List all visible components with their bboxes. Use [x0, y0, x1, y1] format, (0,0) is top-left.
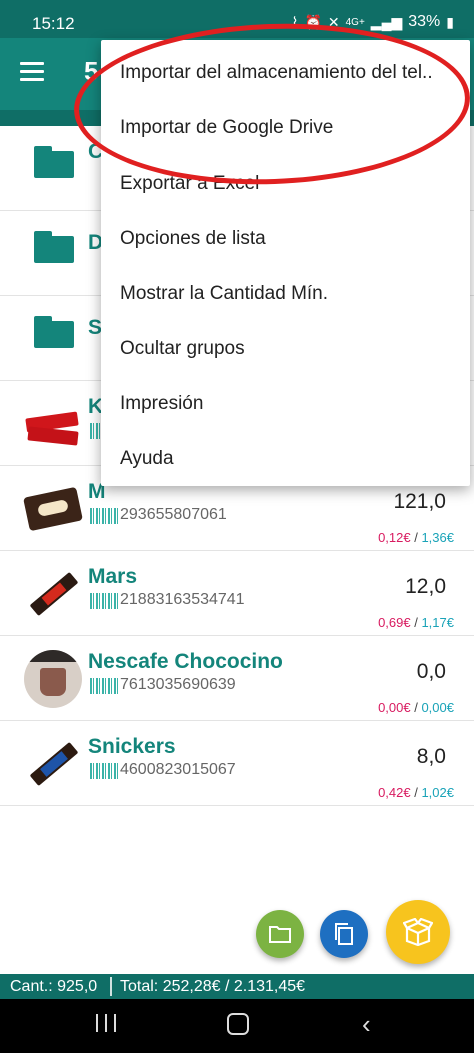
menu-item-list-options[interactable]: Opciones de lista	[101, 211, 470, 266]
product-code: 7613035690639	[120, 676, 236, 693]
product-quantity: 12,0	[405, 575, 446, 598]
alarm-icon: ⏰	[304, 13, 322, 30]
product-quantity: 121,0	[393, 490, 446, 513]
product-name: Nescafe Chococino	[88, 650, 283, 673]
mute-icon: ✕	[327, 13, 340, 30]
menu-item-print[interactable]: Impresión	[101, 376, 470, 431]
folder-icon	[34, 316, 74, 348]
product-quantity: 0,0	[416, 660, 446, 683]
price-cost: 0,00€	[378, 700, 411, 715]
price-sale: 1,17€	[421, 615, 454, 630]
app-title: 5	[84, 56, 99, 86]
add-product-button[interactable]	[386, 900, 450, 964]
product-prices: 0,12€ / 1,36€	[378, 530, 454, 545]
price-sale: 0,00€	[421, 700, 454, 715]
back-icon[interactable]: ‹	[362, 1011, 371, 1037]
menu-item-import-google-drive[interactable]: Importar de Google Drive	[101, 100, 470, 155]
barcode-icon	[90, 593, 118, 609]
status-time: 15:12	[32, 14, 75, 33]
add-group-button[interactable]	[256, 910, 304, 958]
product-code: 4600823015067	[120, 761, 236, 778]
status-icons: ⌇ ⏰ ✕ 4G+ ▂▄▆ 33% ▮	[292, 13, 454, 31]
summary-total: Total: 252,28€ / 2.131,45€	[120, 978, 306, 995]
folder-icon	[269, 926, 291, 943]
price-separator: /	[410, 530, 422, 545]
snickers-thumbnail	[24, 735, 82, 793]
battery-level: 33%	[408, 13, 441, 30]
price-sale: 1,36€	[421, 530, 454, 545]
barcode-icon	[90, 508, 118, 524]
product-prices: 0,00€ / 0,00€	[378, 700, 454, 715]
folder-icon	[34, 231, 74, 263]
menu-item-import-storage[interactable]: Importar del almacenamiento del tel..	[101, 45, 470, 100]
hamburger-menu-icon[interactable]	[20, 62, 44, 82]
product-quantity: 8,0	[416, 745, 446, 768]
status-bar: 15:12 ⌇ ⏰ ✕ 4G+ ▂▄▆ 33% ▮	[0, 0, 474, 38]
barcode-icon	[90, 763, 118, 779]
nescafe-thumbnail	[24, 650, 82, 708]
product-prices: 0,69€ / 1,17€	[378, 615, 454, 630]
nfc-icon: ⌇	[291, 13, 299, 30]
product-code: 21883163534741	[120, 591, 245, 608]
mars-thumbnail	[24, 565, 82, 623]
barcode-icon	[90, 678, 118, 694]
overflow-menu: Importar del almacenamiento del tel.. Im…	[101, 40, 470, 486]
recent-apps-icon[interactable]	[96, 1014, 116, 1032]
copy-icon	[335, 923, 353, 945]
summary-divider	[110, 977, 112, 996]
home-icon[interactable]	[227, 1013, 249, 1035]
menu-item-export-excel[interactable]: Exportar a Excel	[101, 156, 470, 211]
battery-icon: ▮	[446, 13, 454, 30]
price-sale: 1,02€	[421, 785, 454, 800]
group-title: S	[88, 316, 103, 339]
product-name: Snickers	[88, 735, 176, 758]
system-nav-bar: ‹	[0, 999, 474, 1053]
price-separator: /	[410, 700, 422, 715]
product-name: Mars	[88, 565, 138, 588]
copy-button[interactable]	[320, 910, 368, 958]
price-separator: /	[410, 785, 422, 800]
folder-icon	[34, 146, 74, 178]
signal-icon: ▂▄▆	[370, 13, 403, 30]
product-row[interactable]: Mars 21883163534741 12,0 0,69€ / 1,17€	[0, 551, 474, 636]
product-prices: 0,42€ / 1,02€	[378, 785, 454, 800]
summary-bar: Cant.: 925,0 Total: 252,28€ / 2.131,45€	[0, 974, 474, 999]
summary-count: Cant.: 925,0	[10, 978, 98, 995]
price-cost: 0,69€	[378, 615, 411, 630]
product-row[interactable]: Nescafe Chococino 7613035690639 0,0 0,00…	[0, 636, 474, 721]
network-type: 4G+	[345, 16, 365, 28]
box-icon	[403, 918, 433, 946]
product-code: 293655807061	[120, 506, 227, 523]
price-cost: 0,12€	[378, 530, 411, 545]
menu-item-show-min-quantity[interactable]: Mostrar la Cantidad Mín.	[101, 266, 470, 321]
product-row[interactable]: Snickers 4600823015067 8,0 0,42€ / 1,02€	[0, 721, 474, 806]
mm-thumbnail	[23, 480, 83, 538]
menu-item-hide-groups[interactable]: Ocultar grupos	[101, 321, 470, 376]
price-cost: 0,42€	[378, 785, 411, 800]
kitkat-thumbnail	[24, 395, 82, 453]
price-separator: /	[410, 615, 422, 630]
menu-item-help[interactable]: Ayuda	[101, 431, 470, 486]
